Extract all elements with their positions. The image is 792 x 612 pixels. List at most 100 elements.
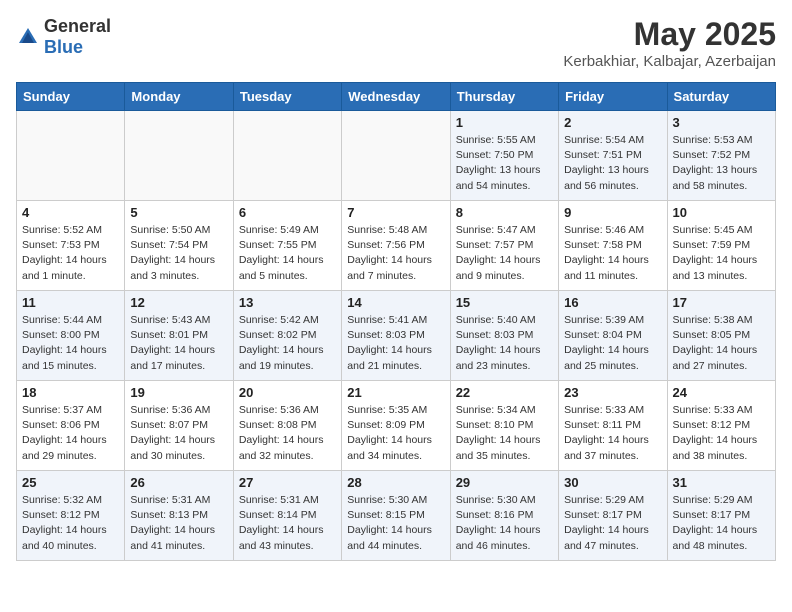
day-number: 25 <box>22 475 119 490</box>
day-info: Sunrise: 5:31 AM Sunset: 8:14 PM Dayligh… <box>239 493 336 554</box>
calendar-cell: 7Sunrise: 5:48 AM Sunset: 7:56 PM Daylig… <box>342 201 450 291</box>
calendar-cell: 10 Sunrise: 5:45 AM Sunset: 7:59 PM Dayli… <box>667 201 775 291</box>
calendar-cell: 19 Sunrise: 5:36 AM Sunset: 8:07 PM Dayli… <box>125 381 233 471</box>
calendar-week-row: 4 Sunrise: 5:52 AM Sunset: 7:53 PM Daylig… <box>17 201 776 291</box>
calendar-week-row: 18 Sunrise: 5:37 AM Sunset: 8:06 PM Dayli… <box>17 381 776 471</box>
day-number: 2 <box>564 115 661 130</box>
day-number: 18 <box>22 385 119 400</box>
day-number: 24 <box>673 385 770 400</box>
day-number: 21 <box>347 385 444 400</box>
day-info: Sunrise: 5:33 AM Sunset: 8:12 PM Dayligh… <box>673 403 770 464</box>
month-title: May 2025 <box>563 16 776 53</box>
day-number: 30 <box>564 475 661 490</box>
header-tuesday: Tuesday <box>233 83 341 111</box>
calendar-cell <box>125 111 233 201</box>
day-number: 16 <box>564 295 661 310</box>
day-number: 28 <box>347 475 444 490</box>
day-number: 26 <box>130 475 227 490</box>
day-info: Sunrise: 5:33 AM Sunset: 8:11 PM Dayligh… <box>564 403 661 464</box>
header-sunday: Sunday <box>17 83 125 111</box>
day-info: Sunrise: 5:52 AM Sunset: 7:53 PM Dayligh… <box>22 223 119 284</box>
day-number: 1 <box>456 115 553 130</box>
day-info: Sunrise: 5:45 AM Sunset: 7:59 PM Dayligh… <box>673 223 770 284</box>
day-number: 20 <box>239 385 336 400</box>
calendar-cell: 14 Sunrise: 5:41 AM Sunset: 8:03 PM Dayli… <box>342 291 450 381</box>
day-number: 19 <box>130 385 227 400</box>
day-number: 22 <box>456 385 553 400</box>
calendar-cell: 4 Sunrise: 5:52 AM Sunset: 7:53 PM Daylig… <box>17 201 125 291</box>
location-title: Kerbakhiar, Kalbajar, Azerbaijan <box>563 53 776 70</box>
day-info: Sunrise: 5:49 AM Sunset: 7:55 PM Dayligh… <box>239 223 336 284</box>
calendar-cell: 12 Sunrise: 5:43 AM Sunset: 8:01 PM Dayli… <box>125 291 233 381</box>
day-info: Sunrise: 5:37 AM Sunset: 8:06 PM Dayligh… <box>22 403 119 464</box>
day-number: 9 <box>564 205 661 220</box>
day-info: Sunrise: 5:50 AM Sunset: 7:54 PM Dayligh… <box>130 223 227 284</box>
logo: General Blue <box>16 16 111 58</box>
calendar-cell: 26 Sunrise: 5:31 AM Sunset: 8:13 PM Dayli… <box>125 471 233 561</box>
day-number: 8 <box>456 205 553 220</box>
day-info: Sunrise: 5:54 AM Sunset: 7:51 PM Dayligh… <box>564 133 661 194</box>
day-number: 5 <box>130 205 227 220</box>
calendar-cell <box>17 111 125 201</box>
day-info: Sunrise: 5:39 AM Sunset: 8:04 PM Dayligh… <box>564 313 661 374</box>
calendar-cell: 20 Sunrise: 5:36 AM Sunset: 8:08 PM Dayli… <box>233 381 341 471</box>
calendar-cell: 27 Sunrise: 5:31 AM Sunset: 8:14 PM Dayli… <box>233 471 341 561</box>
day-number: 17 <box>673 295 770 310</box>
page-header: General Blue May 2025 Kerbakhiar, Kalbaj… <box>16 16 776 70</box>
day-number: 14 <box>347 295 444 310</box>
logo-text-general: General <box>44 16 111 36</box>
day-number: 11 <box>22 295 119 310</box>
day-info: Sunrise: 5:31 AM Sunset: 8:13 PM Dayligh… <box>130 493 227 554</box>
day-number: 12 <box>130 295 227 310</box>
calendar-cell <box>342 111 450 201</box>
header-friday: Friday <box>559 83 667 111</box>
calendar-cell: 9Sunrise: 5:46 AM Sunset: 7:58 PM Daylig… <box>559 201 667 291</box>
calendar-cell: 13 Sunrise: 5:42 AM Sunset: 8:02 PM Dayli… <box>233 291 341 381</box>
day-number: 15 <box>456 295 553 310</box>
day-info: Sunrise: 5:36 AM Sunset: 8:07 PM Dayligh… <box>130 403 227 464</box>
day-number: 10 <box>673 205 770 220</box>
day-info: Sunrise: 5:55 AM Sunset: 7:50 PM Dayligh… <box>456 133 553 194</box>
calendar-week-row: 11 Sunrise: 5:44 AM Sunset: 8:00 PM Dayli… <box>17 291 776 381</box>
calendar-cell: 8Sunrise: 5:47 AM Sunset: 7:57 PM Daylig… <box>450 201 558 291</box>
calendar-cell: 24 Sunrise: 5:33 AM Sunset: 8:12 PM Dayli… <box>667 381 775 471</box>
header-wednesday: Wednesday <box>342 83 450 111</box>
calendar-cell: 30Sunrise: 5:29 AM Sunset: 8:17 PM Dayli… <box>559 471 667 561</box>
day-number: 13 <box>239 295 336 310</box>
day-info: Sunrise: 5:42 AM Sunset: 8:02 PM Dayligh… <box>239 313 336 374</box>
calendar-cell: 6Sunrise: 5:49 AM Sunset: 7:55 PM Daylig… <box>233 201 341 291</box>
calendar-cell: 29 Sunrise: 5:30 AM Sunset: 8:16 PM Dayli… <box>450 471 558 561</box>
header-saturday: Saturday <box>667 83 775 111</box>
calendar-cell: 17 Sunrise: 5:38 AM Sunset: 8:05 PM Dayli… <box>667 291 775 381</box>
day-info: Sunrise: 5:32 AM Sunset: 8:12 PM Dayligh… <box>22 493 119 554</box>
day-number: 27 <box>239 475 336 490</box>
calendar-cell: 31Sunrise: 5:29 AM Sunset: 8:17 PM Dayli… <box>667 471 775 561</box>
day-info: Sunrise: 5:41 AM Sunset: 8:03 PM Dayligh… <box>347 313 444 374</box>
calendar-cell: 18 Sunrise: 5:37 AM Sunset: 8:06 PM Dayli… <box>17 381 125 471</box>
day-info: Sunrise: 5:30 AM Sunset: 8:16 PM Dayligh… <box>456 493 553 554</box>
calendar-cell: 1 Sunrise: 5:55 AM Sunset: 7:50 PM Daylig… <box>450 111 558 201</box>
calendar-header-row: SundayMondayTuesdayWednesdayThursdayFrid… <box>17 83 776 111</box>
day-info: Sunrise: 5:44 AM Sunset: 8:00 PM Dayligh… <box>22 313 119 374</box>
calendar-cell: 21 Sunrise: 5:35 AM Sunset: 8:09 PM Dayli… <box>342 381 450 471</box>
title-block: May 2025 Kerbakhiar, Kalbajar, Azerbaija… <box>563 16 776 70</box>
calendar-cell: 5 Sunrise: 5:50 AM Sunset: 7:54 PM Daylig… <box>125 201 233 291</box>
calendar-cell: 16 Sunrise: 5:39 AM Sunset: 8:04 PM Dayli… <box>559 291 667 381</box>
calendar-table: SundayMondayTuesdayWednesdayThursdayFrid… <box>16 82 776 561</box>
day-info: Sunrise: 5:35 AM Sunset: 8:09 PM Dayligh… <box>347 403 444 464</box>
calendar-cell: 28Sunrise: 5:30 AM Sunset: 8:15 PM Dayli… <box>342 471 450 561</box>
day-info: Sunrise: 5:38 AM Sunset: 8:05 PM Dayligh… <box>673 313 770 374</box>
day-info: Sunrise: 5:40 AM Sunset: 8:03 PM Dayligh… <box>456 313 553 374</box>
day-info: Sunrise: 5:48 AM Sunset: 7:56 PM Dayligh… <box>347 223 444 284</box>
calendar-cell: 3Sunrise: 5:53 AM Sunset: 7:52 PM Daylig… <box>667 111 775 201</box>
day-number: 29 <box>456 475 553 490</box>
day-number: 3 <box>673 115 770 130</box>
header-thursday: Thursday <box>450 83 558 111</box>
logo-icon <box>16 25 40 49</box>
day-info: Sunrise: 5:43 AM Sunset: 8:01 PM Dayligh… <box>130 313 227 374</box>
day-number: 4 <box>22 205 119 220</box>
calendar-cell <box>233 111 341 201</box>
day-info: Sunrise: 5:36 AM Sunset: 8:08 PM Dayligh… <box>239 403 336 464</box>
calendar-cell: 23Sunrise: 5:33 AM Sunset: 8:11 PM Dayli… <box>559 381 667 471</box>
calendar-cell: 25 Sunrise: 5:32 AM Sunset: 8:12 PM Dayli… <box>17 471 125 561</box>
